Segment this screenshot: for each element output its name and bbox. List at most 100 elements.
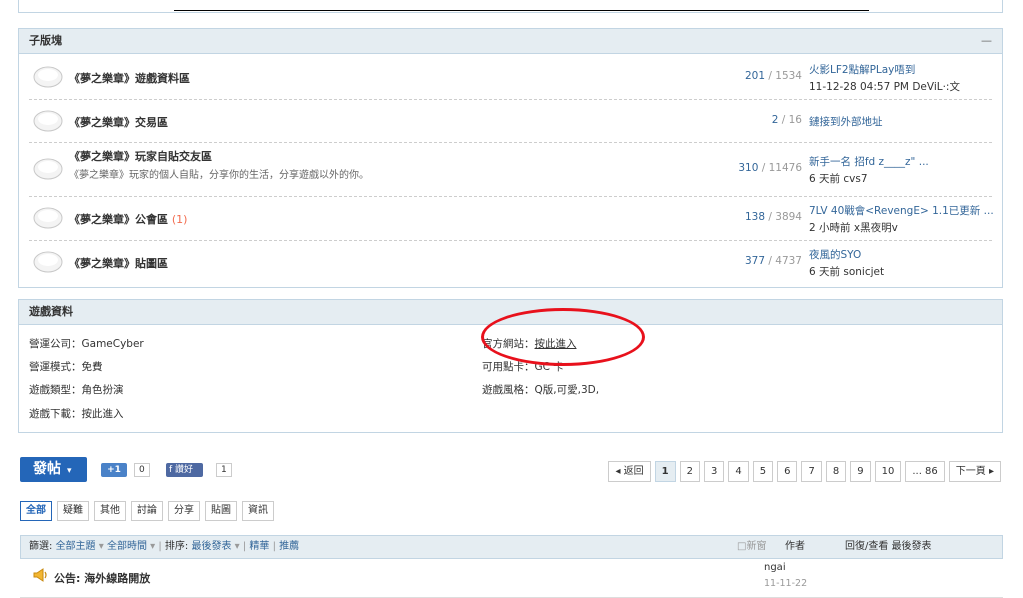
forum-row[interactable]: 《夢之樂章》遊戲資料區 201 / 1534 火影LF2點解PLay唔到 11-12-… [29, 55, 992, 100]
forum-row[interactable]: 《夢之樂章》交易區 2 / 16 鏈接到外部地址 [29, 99, 992, 143]
tab-1[interactable]: 疑難 [57, 501, 89, 521]
last-post-title[interactable]: 夜風的SYO [809, 247, 999, 262]
filter-controls: 篩選: 全部主題 ▾ 全部時間 ▾ | 排序: 最後發表 ▾ | 精華 | 推薦 [29, 536, 299, 558]
page-link[interactable]: 3 [703, 461, 725, 482]
forum-stats: 377 / 4737 [745, 255, 802, 267]
highlight-circle [481, 308, 645, 366]
page-link[interactable]: 8 [825, 461, 847, 482]
forum-icon [33, 158, 63, 180]
thread-type-tabs: 全部 疑難 其他 討論 分享 貼圖 資訊 [20, 501, 274, 521]
facebook-like-count: 1 [216, 463, 232, 477]
tab-3[interactable]: 討論 [131, 501, 163, 521]
filter-all-time[interactable]: 全部時間 [107, 541, 147, 552]
last-post-meta: 2 小時前 x黑夜明v [809, 222, 898, 234]
tab-4[interactable]: 分享 [168, 501, 200, 521]
forum-name-label: 《夢之樂章》遊戲資料區 [69, 72, 190, 85]
page-link[interactable]: 7 [801, 461, 822, 482]
top-line [174, 10, 869, 11]
tab-2[interactable]: 其他 [94, 501, 126, 521]
subforums-title: 子版塊 [29, 34, 62, 47]
forum-last-post: 新手一名 招fd z____z" ... 6 天前 cvs7 [809, 154, 999, 186]
fb-like-label: 讚好 [175, 465, 194, 475]
collapse-icon[interactable]: — [981, 29, 992, 53]
tab-5[interactable]: 貼圖 [205, 501, 237, 521]
filter-recommend[interactable]: 推薦 [279, 541, 299, 552]
tab-6[interactable]: 資訊 [242, 501, 274, 521]
forum-posts: 1534 [775, 70, 802, 82]
subforums-panel: 子版塊 — 《夢之樂章》遊戲資料區 201 / 1534 火影LF2點解PLay唔到… [18, 28, 1003, 288]
forum-icon [33, 251, 63, 273]
forum-icon [33, 207, 63, 229]
thread-author[interactable]: ngai [764, 562, 786, 573]
forum-row[interactable]: 《夢之樂章》玩家自貼交友區 《夢之樂章》玩家的個人自貼，分享你的生活，分享遊戲以外… [29, 142, 992, 197]
page-link[interactable]: 10 [874, 461, 902, 482]
pagination: ◂ 返回 1 2 3 4 5 6 7 8 9 10... 86 下一頁 ▸ [608, 461, 1001, 482]
filter-all-topics[interactable]: 全部主題 [56, 541, 96, 552]
forum-last-post: 7LV 40戰會<RevengE> 1.1已更新 ... 2 小時前 x黑夜明v [809, 203, 999, 235]
page-link[interactable]: 2 [679, 461, 700, 482]
last-post-label: 最後發表 [891, 541, 932, 552]
chevron-down-icon: ▾ [67, 466, 72, 476]
forum-name[interactable]: 《夢之樂章》貼圖區 [69, 255, 168, 271]
facebook-like-button[interactable]: f 讚好 [166, 463, 203, 477]
forum-row[interactable]: 《夢之樂章》公會區 (1) 138 / 3894 7LV 40戰會<RevengE>… [29, 196, 994, 241]
facebook-icon: f [169, 465, 173, 475]
new-window-label: 新窗 [746, 541, 767, 552]
chevron-down-icon: ▾ [231, 541, 243, 552]
forum-threads: 310 [738, 162, 759, 174]
google-plus-count: 0 [134, 463, 150, 477]
forum-new-count: (1) [171, 213, 188, 226]
filter-digest[interactable]: 精華 [249, 541, 269, 552]
last-post-title[interactable]: 新手一名 招fd z____z" ... [809, 154, 999, 169]
forum-threads: 138 [745, 211, 766, 223]
forum-last-post: 夜風的SYO 6 天前 sonicjet [809, 247, 999, 279]
forum-threads: 377 [745, 255, 766, 267]
forum-name-label: 《夢之樂章》交易區 [69, 116, 168, 129]
forum-name[interactable]: 《夢之樂章》交易區 [69, 114, 168, 130]
info-type: 遊戲類型：角色扮演 [29, 384, 124, 396]
last-post-title[interactable]: 7LV 40戰會<RevengE> 1.1已更新 ... [809, 203, 999, 218]
thread-title[interactable]: 公告: 海外線路開放 [54, 570, 150, 586]
forum-name[interactable]: 《夢之樂章》公會區 (1) [69, 211, 187, 227]
table-row[interactable]: 公告: 海外線路開放 ngai 11-11-22 [20, 559, 1003, 598]
post-button-label: 發帖 [33, 461, 61, 477]
info-download[interactable]: 遊戲下載：按此進入 [29, 406, 124, 421]
reply-view-label: 回復/查看 [845, 541, 889, 552]
forum-last-post: 鏈接到外部地址 [809, 114, 999, 129]
forum-name-label: 《夢之樂章》貼圖區 [69, 257, 168, 270]
forum-icon [33, 66, 63, 88]
forum-stats: 310 / 11476 [738, 162, 802, 174]
next-page-button[interactable]: 下一頁 ▸ [948, 461, 1001, 482]
page-link[interactable]: 5 [752, 461, 774, 482]
forum-row[interactable]: 《夢之樂章》貼圖區 377 / 4737 夜風的SYO 6 天前 sonicjet [29, 240, 992, 284]
forum-stats: 138 / 3894 [745, 211, 802, 223]
forum-threads: 2 [771, 114, 779, 126]
post-button[interactable]: 發帖 ▾ [20, 457, 87, 482]
reply-view-column-header: 回復/查看 最後發表 [845, 536, 932, 558]
page-link[interactable]: ... 86 [905, 461, 945, 482]
forum-posts: 16 [788, 114, 802, 126]
sort-value[interactable]: 最後發表 [191, 541, 231, 552]
prev-page-button[interactable]: ◂ 返回 [608, 461, 651, 482]
author-column-header: 作者 [785, 541, 805, 552]
top-box [18, 0, 1003, 13]
forum-name[interactable]: 《夢之樂章》玩家自貼交友區 [69, 148, 212, 164]
page-link[interactable]: 4 [728, 461, 749, 482]
filter-bar: 篩選: 全部主題 ▾ 全部時間 ▾ | 排序: 最後發表 ▾ | 精華 | 推薦… [20, 535, 1003, 559]
last-post-title[interactable]: 鏈接到外部地址 [809, 114, 999, 129]
forum-icon [33, 110, 63, 132]
forum-name[interactable]: 《夢之樂章》遊戲資料區 [69, 70, 190, 86]
forum-posts: 4737 [775, 255, 802, 267]
page-link[interactable]: 6 [777, 461, 798, 482]
tab-0[interactable]: 全部 [20, 501, 52, 521]
page-link[interactable]: 9 [850, 461, 871, 482]
chevron-down-icon: ▾ [95, 541, 107, 552]
gameinfo-title: 遊戲資料 [29, 305, 73, 318]
last-post-title[interactable]: 火影LF2點解PLay唔到 [809, 62, 999, 77]
forum-posts: 3894 [775, 211, 802, 223]
filter-label: 篩選: [29, 541, 53, 552]
google-plus-button[interactable]: +1 [101, 463, 127, 477]
new-window-toggle[interactable]: □新窗 [737, 536, 766, 558]
page-link[interactable]: 1 [654, 461, 676, 482]
thread-date: 11-11-22 [764, 578, 808, 589]
